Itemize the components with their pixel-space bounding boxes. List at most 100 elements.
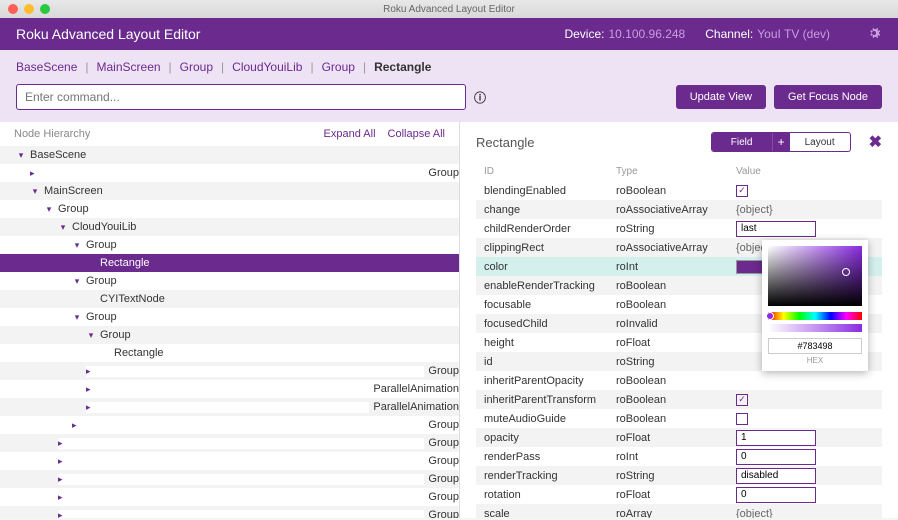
caret-icon[interactable]	[58, 510, 424, 519]
color-swatch[interactable]	[736, 260, 764, 274]
tree-node-label: Rectangle	[100, 257, 150, 269]
caret-icon[interactable]	[58, 438, 424, 449]
caret-icon[interactable]	[86, 366, 424, 377]
collapse-all-link[interactable]: Collapse All	[388, 128, 445, 140]
tree-node[interactable]: BaseScene	[0, 146, 459, 164]
close-panel-icon[interactable]: ✖	[869, 132, 882, 152]
tree-node[interactable]: Group	[0, 416, 459, 434]
property-row[interactable]: inheritParentTransformroBoolean✓	[476, 390, 882, 409]
update-view-button[interactable]: Update View	[676, 85, 766, 109]
caret-icon[interactable]	[30, 186, 40, 197]
caret-icon[interactable]	[16, 150, 26, 161]
color-hue-slider[interactable]	[768, 312, 862, 320]
tree-node[interactable]: Group	[0, 434, 459, 452]
breadcrumb-item[interactable]: Group	[322, 60, 355, 74]
breadcrumb-item[interactable]: BaseScene	[16, 60, 77, 74]
window-titlebar: Roku Advanced Layout Editor	[0, 0, 898, 18]
value-input[interactable]	[736, 487, 816, 503]
caret-icon[interactable]	[86, 384, 369, 395]
color-hue-cursor-icon[interactable]	[766, 312, 774, 320]
color-alpha-slider[interactable]	[768, 324, 862, 332]
property-row[interactable]: blendingEnabledroBoolean✓	[476, 181, 882, 200]
tree-node[interactable]: Rectangle	[0, 344, 459, 362]
add-field-button[interactable]: +	[772, 133, 790, 151]
caret-icon[interactable]	[58, 456, 424, 467]
info-icon[interactable]: ⓘ	[474, 89, 486, 106]
property-row[interactable]: childRenderOrderroString	[476, 219, 882, 238]
properties-panel: Rectangle Field + Layout ✖ IDTypeValuebl…	[460, 122, 898, 518]
tree-node[interactable]: ParallelAnimation	[0, 380, 459, 398]
node-hierarchy-tree[interactable]: BaseSceneGroupMainScreenGroupCloudYouiLi…	[0, 146, 459, 518]
value-input[interactable]	[736, 221, 816, 237]
tree-node[interactable]: MainScreen	[0, 182, 459, 200]
value-input[interactable]	[736, 468, 816, 484]
caret-icon[interactable]	[44, 204, 54, 215]
checkbox[interactable]: ✓	[736, 394, 748, 406]
prop-id: enableRenderTracking	[476, 280, 616, 292]
channel-value[interactable]: YouI TV (dev)	[757, 27, 830, 41]
get-focus-button[interactable]: Get Focus Node	[774, 85, 882, 109]
caret-icon[interactable]	[58, 492, 424, 503]
tree-node[interactable]: Group	[0, 326, 459, 344]
tree-node[interactable]: Group	[0, 362, 459, 380]
breadcrumb-item[interactable]: MainScreen	[97, 60, 161, 74]
tree-node[interactable]: CYITextNode	[0, 290, 459, 308]
tree-node[interactable]: Group	[0, 452, 459, 470]
tab-field[interactable]: Field	[712, 133, 772, 151]
caret-icon[interactable]	[72, 276, 82, 287]
tree-node[interactable]: Group	[0, 488, 459, 506]
property-row[interactable]: rotationroFloat	[476, 485, 882, 504]
property-row[interactable]: inheritParentOpacityroBoolean	[476, 371, 882, 390]
tree-node[interactable]: ParallelAnimation	[0, 398, 459, 416]
color-hex-input[interactable]	[768, 338, 862, 354]
caret-icon[interactable]	[58, 474, 424, 485]
tree-node[interactable]: Rectangle	[0, 254, 459, 272]
value-input[interactable]	[736, 430, 816, 446]
caret-icon[interactable]	[86, 330, 96, 341]
value-input[interactable]	[736, 449, 816, 465]
property-row[interactable]: changeroAssociativeArray{object}	[476, 200, 882, 219]
caret-icon[interactable]	[30, 168, 424, 179]
prop-type: roBoolean	[616, 280, 736, 292]
tree-node-label: CYITextNode	[100, 293, 165, 305]
color-sv-plane[interactable]	[768, 246, 862, 306]
tree-node[interactable]: Group	[0, 200, 459, 218]
caret-icon[interactable]	[72, 240, 82, 251]
color-sv-cursor-icon[interactable]	[842, 268, 850, 276]
caret-icon[interactable]	[72, 312, 82, 323]
property-row[interactable]: renderPassroInt	[476, 447, 882, 466]
caret-icon[interactable]	[86, 402, 369, 413]
tree-node[interactable]: Group	[0, 308, 459, 326]
command-input[interactable]	[16, 84, 466, 110]
property-row[interactable]: scaleroArray{object}	[476, 504, 882, 518]
breadcrumb-item[interactable]: Group	[180, 60, 213, 74]
tree-node[interactable]: Group	[0, 164, 459, 182]
expand-all-link[interactable]: Expand All	[324, 128, 376, 140]
prop-value	[736, 430, 882, 446]
object-value[interactable]: {object}	[736, 204, 773, 216]
checkbox[interactable]	[736, 413, 748, 425]
property-row[interactable]: opacityroFloat	[476, 428, 882, 447]
device-value[interactable]: 10.100.96.248	[608, 27, 685, 41]
object-value[interactable]: {object}	[736, 508, 773, 519]
prop-id: change	[476, 204, 616, 216]
breadcrumb-item[interactable]: CloudYouiLib	[232, 60, 302, 74]
property-row[interactable]: renderTrackingroString	[476, 466, 882, 485]
tree-node[interactable]: Group	[0, 470, 459, 488]
gear-icon[interactable]	[866, 25, 882, 44]
tree-panel: Node Hierarchy Expand All Collapse All B…	[0, 122, 460, 518]
prop-type: roString	[616, 356, 736, 368]
tree-node[interactable]: CloudYouiLib	[0, 218, 459, 236]
prop-id: height	[476, 337, 616, 349]
tab-layout[interactable]: Layout	[790, 133, 850, 151]
color-picker[interactable]: HEX	[762, 240, 868, 371]
breadcrumb: BaseScene|MainScreen|Group|CloudYouiLib|…	[0, 50, 898, 84]
tree-node[interactable]: Group	[0, 272, 459, 290]
tree-node[interactable]: Group	[0, 506, 459, 518]
caret-icon[interactable]	[58, 222, 68, 233]
prop-type: roFloat	[616, 337, 736, 349]
property-row[interactable]: muteAudioGuideroBoolean	[476, 409, 882, 428]
checkbox[interactable]: ✓	[736, 185, 748, 197]
tree-node[interactable]: Group	[0, 236, 459, 254]
caret-icon[interactable]	[72, 420, 424, 431]
